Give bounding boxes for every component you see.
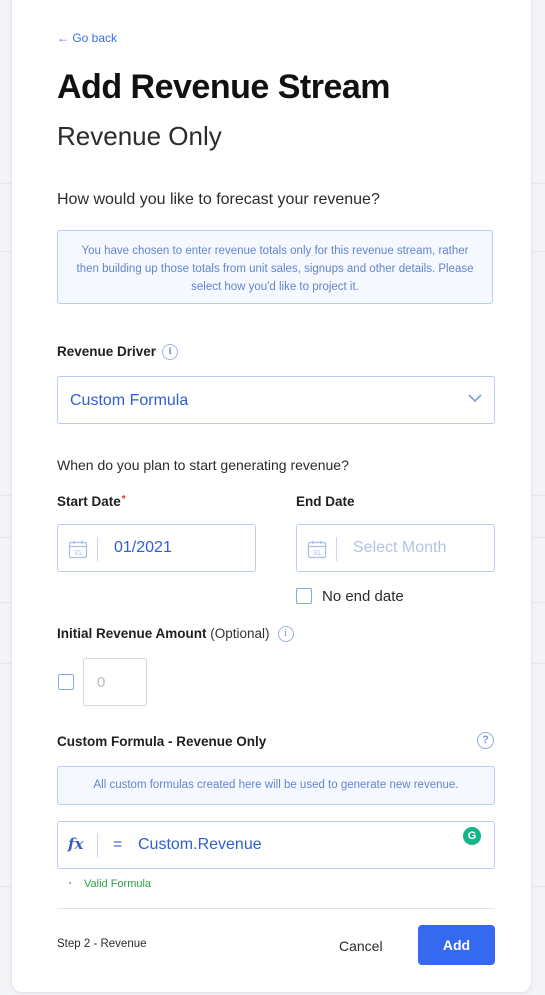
initial-revenue-input[interactable]: 0 [83, 658, 147, 706]
info-icon[interactable]: i [162, 344, 179, 361]
end-date-field[interactable]: 31 Select Month [296, 524, 495, 572]
custom-formula-input[interactable]: fx = Custom.Revenue G [57, 821, 495, 869]
calendar-day-label: 31 [313, 550, 321, 557]
start-date-label: Start Date* [57, 494, 126, 509]
end-date-label: End Date [296, 494, 355, 509]
optional-tag: (Optional) [210, 626, 270, 641]
start-date-value: 01/2021 [114, 539, 172, 556]
field-separator [97, 537, 98, 561]
bullet-dot [69, 882, 71, 884]
initial-revenue-checkbox[interactable] [58, 674, 74, 690]
end-date-placeholder: Select Month [353, 539, 447, 556]
field-separator [97, 833, 98, 857]
initial-revenue-label: Initial Revenue Amount (Optional) i [57, 626, 294, 643]
formula-note-box: All custom formulas created here will be… [57, 766, 495, 805]
page-title: Add Revenue Stream [57, 68, 391, 106]
forecast-info-box: You have chosen to enter revenue totals … [57, 230, 493, 304]
no-end-date-checkbox[interactable] [296, 588, 312, 604]
formula-status: Valid Formula [84, 878, 152, 890]
no-end-date-label[interactable]: No end date [322, 588, 404, 605]
initial-revenue-label-text: Initial Revenue Amount [57, 626, 207, 641]
add-button[interactable]: Add [418, 925, 495, 965]
required-marker: * [121, 494, 126, 505]
forecast-question: How would you like to forecast your reve… [57, 191, 380, 208]
calendar-icon: 31 [307, 540, 327, 559]
revenue-driver-label-text: Revenue Driver [57, 344, 157, 359]
field-separator [336, 537, 337, 561]
start-date-question: When do you plan to start generating rev… [57, 457, 349, 473]
footer-divider [57, 908, 495, 909]
step-indicator: Step 2 - Revenue [57, 938, 147, 950]
revenue-driver-value: Custom Formula [70, 392, 189, 409]
chevron-down-icon [468, 394, 482, 403]
go-back-link[interactable]: ← Go back [57, 31, 117, 45]
function-icon: fx [68, 835, 84, 853]
calendar-icon: 31 [68, 540, 88, 559]
revenue-driver-label: Revenue Driver i [57, 344, 179, 361]
grammarly-icon[interactable]: G [463, 827, 481, 845]
start-date-field[interactable]: 31 01/2021 [57, 524, 256, 572]
calendar-day-label: 31 [74, 550, 82, 557]
start-date-label-text: Start Date [57, 494, 121, 509]
cancel-button[interactable]: Cancel [339, 938, 383, 954]
revenue-driver-select[interactable]: Custom Formula [57, 376, 495, 424]
custom-formula-label: Custom Formula - Revenue Only [57, 734, 267, 749]
formula-equals: = [113, 836, 123, 853]
page-subtitle: Revenue Only [57, 121, 222, 151]
help-icon[interactable]: ? [477, 732, 494, 749]
info-icon[interactable]: i [277, 626, 294, 643]
formula-value: Custom.Revenue [138, 836, 262, 853]
